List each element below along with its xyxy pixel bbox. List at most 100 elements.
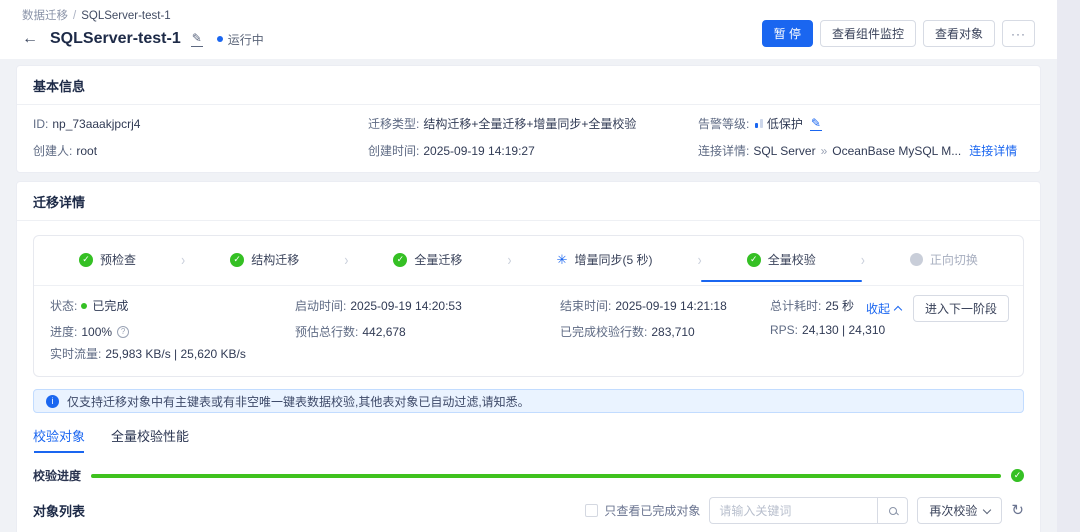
object-list-header: 对象列表 只查看已完成对象 再次校验 ↻	[33, 497, 1024, 524]
object-list-toolbar: 只查看已完成对象 再次校验 ↻	[585, 497, 1024, 524]
collapse-link[interactable]: 收起	[866, 300, 901, 317]
status-row-2: 进度: 100% ? 实时流量: 25,983 KB/s | 25,620 KB…	[50, 323, 1007, 362]
field-traffic: 实时流量: 25,983 KB/s | 25,620 KB/s	[50, 345, 295, 362]
question-circle-icon[interactable]: ?	[117, 326, 129, 338]
status-dot-icon	[217, 36, 223, 42]
elapsed-value: 25 秒	[825, 297, 854, 314]
end-time-value: 2025-09-19 14:21:18	[615, 299, 726, 313]
check-circle-icon: ✓	[1011, 469, 1024, 482]
check-circle-icon: ✓	[79, 253, 93, 267]
traffic-value: 25,983 KB/s | 25,620 KB/s	[105, 347, 246, 361]
page-right-gutter	[1057, 0, 1080, 532]
refresh-icon[interactable]: ↻	[1011, 503, 1024, 518]
component-monitor-button[interactable]: 查看组件监控	[820, 20, 916, 47]
page-header: 数据迁移/SQLServer-test-1 ← SQLServer-test-1…	[0, 0, 1057, 59]
breadcrumb-current: SQLServer-test-1	[81, 10, 170, 22]
edit-alert-level-icon[interactable]: ✎	[810, 116, 822, 131]
search-button[interactable]	[877, 497, 908, 524]
connection-arrow-icon: »	[821, 144, 828, 158]
chevron-down-icon	[983, 505, 991, 513]
basic-info-fields: ID: np_73aaakjpcrj4 迁移类型: 结构迁移+全量迁移+增量同步…	[17, 105, 1040, 172]
search-icon	[889, 507, 897, 515]
next-stage-button[interactable]: 进入下一阶段	[913, 295, 1009, 322]
step-forward-switch[interactable]: 正向切换	[910, 251, 978, 268]
more-actions-button[interactable]: ···	[1002, 20, 1035, 47]
check-circle-icon: ✓	[393, 253, 407, 267]
alert-level-icon	[755, 119, 763, 128]
step-label: 全量迁移	[414, 251, 462, 268]
field-create-time-value: 2025-09-19 14:19:27	[423, 144, 534, 158]
chevron-right-icon: ›	[698, 250, 702, 268]
field-id: ID: np_73aaakjpcrj4	[33, 115, 368, 132]
search-input[interactable]	[709, 497, 877, 524]
check-circle-icon: ✓	[230, 253, 244, 267]
field-create-time: 创建时间: 2025-09-19 14:19:27	[368, 142, 698, 159]
traffic-label: 实时流量:	[50, 345, 101, 362]
estimated-rows-value: 442,678	[362, 325, 405, 339]
verified-rows-label: 已完成校验行数:	[560, 323, 647, 340]
reverify-button[interactable]: 再次校验	[917, 497, 1002, 524]
stage-progress-value: 100%	[81, 325, 112, 339]
info-circle-icon: i	[46, 395, 59, 408]
step-label: 全量校验	[768, 251, 816, 268]
migration-detail-title: 迁移详情	[17, 182, 1040, 221]
step-precheck[interactable]: ✓ 预检查	[79, 251, 136, 268]
detail-tabs: 校验对象 全量校验性能	[33, 426, 1024, 453]
stage-status-panel: 状态: 已完成 启动时间: 2025-09-19 14:20:53 结束时间: …	[34, 285, 1023, 376]
start-time-label: 启动时间:	[295, 297, 346, 314]
status-dot-icon	[81, 303, 87, 309]
tab-verify-objects[interactable]: 校验对象	[33, 426, 85, 453]
chevron-right-icon: ›	[344, 250, 348, 268]
field-estimated-rows: 预估总行数: 442,678	[295, 323, 560, 340]
status-row-1: 状态: 已完成 启动时间: 2025-09-19 14:20:53 结束时间: …	[50, 297, 1007, 314]
rps-label: RPS:	[770, 323, 798, 337]
field-connection: 连接详情: SQL Server » OceanBase MySQL M... …	[698, 142, 1024, 159]
step-full-migration[interactable]: ✓ 全量迁移	[393, 251, 462, 268]
tab-verify-performance[interactable]: 全量校验性能	[111, 426, 189, 453]
step-structure-migration[interactable]: ✓ 结构迁移	[230, 251, 299, 268]
field-end-time: 结束时间: 2025-09-19 14:21:18	[560, 297, 770, 314]
search-group	[709, 497, 908, 524]
pause-button[interactable]: 暂 停	[762, 20, 813, 47]
app-window: 数据迁移/SQLServer-test-1 ← SQLServer-test-1…	[0, 0, 1057, 532]
step-incremental-sync[interactable]: ✳ 增量同步(5 秒)	[557, 251, 653, 268]
view-objects-button[interactable]: 查看对象	[923, 20, 995, 47]
task-status: 运行中	[217, 31, 264, 48]
verify-progress-label: 校验进度	[33, 467, 81, 484]
field-creator: 创建人: root	[33, 142, 368, 159]
panel-actions: 收起 进入下一阶段	[866, 295, 1009, 322]
header-actions: 暂 停 查看组件监控 查看对象 ···	[762, 20, 1035, 47]
field-connection-label: 连接详情:	[698, 142, 749, 159]
connection-source: SQL Server	[753, 144, 815, 158]
connection-detail-link[interactable]: 连接详情	[969, 142, 1017, 159]
back-arrow-icon[interactable]: ←	[22, 31, 38, 47]
chevron-right-icon: ›	[181, 250, 185, 268]
edit-title-icon[interactable]: ✎	[191, 31, 203, 46]
rps-value: 24,130 | 24,310	[802, 323, 885, 337]
reverify-label: 再次校验	[929, 502, 977, 519]
field-stage-progress: 进度: 100% ?	[50, 323, 295, 340]
stage-panel: ✓ 预检查 › ✓ 结构迁移 › ✓ 全量迁移 › ✳ 增量同步(5 秒)	[33, 235, 1024, 377]
chevron-up-icon	[894, 306, 902, 314]
only-completed-label: 只查看已完成对象	[604, 502, 700, 519]
sync-running-icon: ✳	[557, 253, 568, 266]
checkbox-icon[interactable]	[585, 504, 598, 517]
verified-rows-value: 283,710	[651, 325, 694, 339]
notice-text: 仅支持迁移对象中有主键表或有非空唯一键表数据校验,其他表对象已自动过滤,请知悉。	[67, 393, 530, 410]
only-completed-checkbox-row[interactable]: 只查看已完成对象	[585, 502, 700, 519]
stage-progress-label: 进度:	[50, 323, 77, 340]
field-creator-label: 创建人:	[33, 142, 72, 159]
step-full-verification[interactable]: ✓ 全量校验	[747, 251, 816, 268]
stage-status-label: 状态:	[50, 297, 77, 314]
breadcrumb-root[interactable]: 数据迁移	[22, 10, 68, 22]
notice-banner: i 仅支持迁移对象中有主键表或有非空唯一键表数据校验,其他表对象已自动过滤,请知…	[33, 389, 1024, 413]
field-id-label: ID:	[33, 117, 48, 131]
estimated-rows-label: 预估总行数:	[295, 323, 358, 340]
basic-info-card: 基本信息 ID: np_73aaakjpcrj4 迁移类型: 结构迁移+全量迁移…	[16, 65, 1041, 173]
field-alert-level-label: 告警等级:	[698, 115, 749, 132]
step-label: 正向切换	[930, 251, 978, 268]
end-time-label: 结束时间:	[560, 297, 611, 314]
field-stage-status: 状态: 已完成	[50, 297, 295, 314]
step-label: 增量同步(5 秒)	[575, 251, 653, 268]
field-migration-type-label: 迁移类型:	[368, 115, 419, 132]
